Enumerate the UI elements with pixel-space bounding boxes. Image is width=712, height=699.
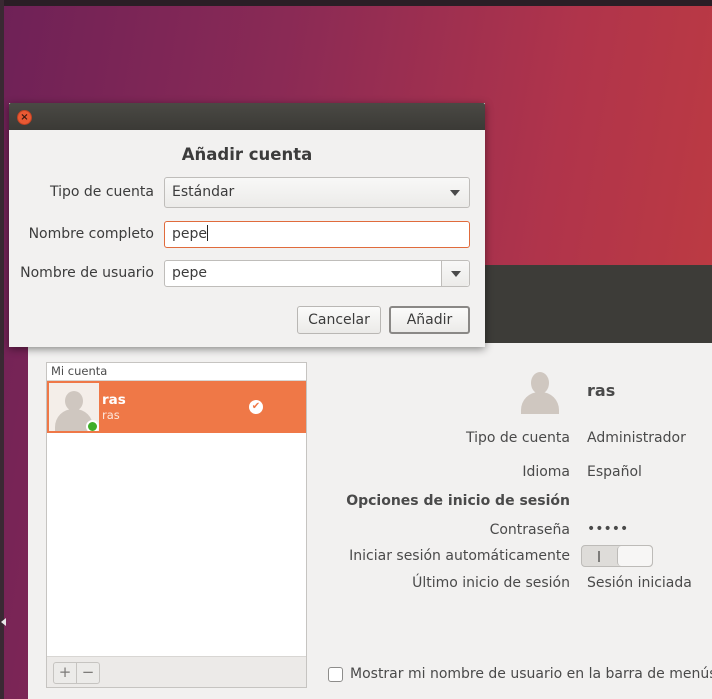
text-caret [207, 225, 208, 241]
cancel-button[interactable]: Cancelar [297, 306, 381, 334]
username-dropdown-button[interactable] [441, 261, 469, 286]
add-remove-button-group: + − [53, 662, 100, 684]
show-name-checkbox[interactable] [328, 667, 343, 682]
dialog-title: Añadir cuenta [181, 145, 313, 164]
account-login: ras [102, 408, 120, 422]
avatar-body [521, 392, 559, 414]
add-user-button[interactable]: + [54, 663, 76, 683]
launcher-strip [0, 0, 6, 699]
switch-knob [617, 546, 652, 566]
username-entry[interactable]: pepe [172, 261, 207, 286]
last-login-label: Último inicio de sesión [412, 575, 570, 591]
full-name-input[interactable]: pepe [164, 221, 470, 248]
password-value[interactable]: ••••• [587, 521, 628, 537]
avatar [49, 383, 99, 431]
account-name: ras [102, 392, 126, 408]
language-detail-value[interactable]: Español [587, 464, 642, 480]
autologin-label: Iniciar sesión automáticamente [349, 548, 570, 564]
last-login-value[interactable]: Sesión iniciada [587, 575, 692, 591]
launcher-active-arrow-icon [1, 618, 6, 626]
account-type-label: Tipo de cuenta [50, 184, 154, 200]
show-name-label[interactable]: Mostrar mi nombre de usuario en la barra… [350, 666, 712, 682]
autologin-switch[interactable] [581, 545, 653, 567]
add-account-dialog: × Añadir cuenta Tipo de cuenta Estándar … [9, 103, 485, 347]
switch-on-mark [598, 551, 600, 562]
current-user-check-icon: ✔ [249, 400, 263, 414]
login-options-heading: Opciones de inicio de sesión [346, 493, 570, 509]
username-label: Nombre de usuario [20, 265, 154, 281]
selected-user-name[interactable]: ras [587, 381, 615, 400]
chevron-down-icon [451, 271, 461, 277]
account-row-ras[interactable]: ras ras ✔ [47, 381, 306, 433]
close-icon[interactable]: × [17, 110, 32, 125]
chevron-down-icon [450, 190, 460, 196]
desktop-top-edge [0, 0, 712, 6]
accounts-list-header: Mi cuenta [47, 363, 306, 381]
remove-user-button[interactable]: − [76, 663, 99, 683]
full-name-value: pepe [172, 226, 207, 242]
online-status-icon [86, 420, 99, 431]
full-name-label: Nombre completo [28, 226, 154, 242]
accounts-list: Mi cuenta ras ras ✔ + − [46, 362, 307, 688]
avatar-head [531, 372, 549, 394]
account-type-detail-value[interactable]: Administrador [587, 430, 686, 446]
dialog-titlebar: × [9, 103, 485, 130]
username-combo[interactable]: pepe [164, 260, 470, 287]
add-account-button[interactable]: Añadir [389, 306, 470, 334]
accounts-list-toolbar: + − [47, 656, 306, 687]
password-label: Contraseña [489, 522, 570, 538]
account-type-select[interactable]: Estándar [164, 177, 470, 208]
avatar-head [65, 391, 83, 411]
selected-user-avatar[interactable] [519, 372, 561, 414]
language-detail-label: Idioma [522, 464, 570, 480]
account-type-selected: Estándar [172, 184, 235, 200]
account-type-detail-label: Tipo de cuenta [466, 430, 570, 446]
